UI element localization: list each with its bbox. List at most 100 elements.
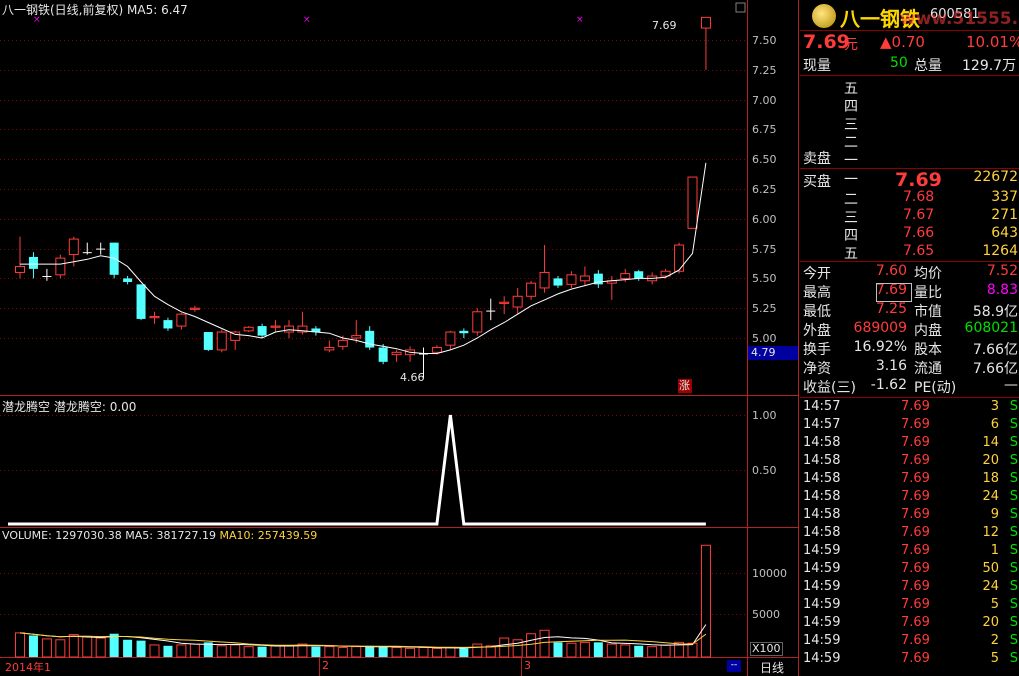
trade-row[interactable]: 14:58 7.69 24 S bbox=[800, 489, 1019, 507]
trade-row[interactable]: 14:59 7.69 2 S bbox=[800, 633, 1019, 651]
trade-side: S bbox=[1009, 525, 1018, 540]
price-change-pct: 10.01% bbox=[966, 33, 1019, 51]
buy-level-row[interactable]: 二 7.68 337 bbox=[800, 189, 1019, 208]
volume-bar bbox=[311, 646, 321, 657]
trade-row[interactable]: 14:59 7.69 1 S bbox=[800, 543, 1019, 561]
stats-row: 净资 3.16 流通 7.66亿 bbox=[800, 358, 1019, 377]
candle bbox=[512, 287, 523, 315]
candle bbox=[123, 276, 133, 285]
candle bbox=[526, 280, 537, 300]
candle bbox=[687, 176, 698, 229]
buy-level-price: 7.66 bbox=[903, 225, 935, 241]
volume-bar bbox=[257, 646, 267, 657]
trade-row[interactable]: 14:59 7.69 5 S bbox=[800, 651, 1019, 669]
buy-level-row[interactable]: 四 7.66 643 bbox=[800, 225, 1019, 244]
trade-row[interactable]: 14:58 7.69 9 S bbox=[800, 507, 1019, 525]
trade-ticks[interactable]: 14:57 7.69 3 S 14:57 7.69 6 S 14:58 7.69 14 S 14:58 7… bbox=[800, 398, 1019, 676]
trade-row[interactable]: 14:58 7.69 20 S bbox=[800, 453, 1019, 471]
trade-side: S bbox=[1009, 561, 1018, 576]
stat-label: 均价 bbox=[914, 266, 942, 282]
stat-label: 市值 bbox=[914, 304, 942, 320]
stat-label: PE(动) bbox=[914, 380, 957, 396]
volume-bar bbox=[41, 638, 52, 658]
candle bbox=[486, 298, 496, 321]
candle bbox=[257, 323, 267, 338]
stat-value: -1.62 bbox=[870, 377, 907, 393]
logo-icon bbox=[812, 4, 836, 28]
trade-time: 14:58 bbox=[803, 507, 841, 522]
volume-bar bbox=[647, 646, 658, 658]
buy-level-label: 五 bbox=[844, 246, 858, 262]
window-control bbox=[735, 2, 746, 13]
trade-row[interactable]: 14:59 7.69 20 S bbox=[800, 615, 1019, 633]
trade-side: S bbox=[1009, 507, 1018, 522]
trade-row[interactable]: 14:59 7.69 5 S bbox=[800, 597, 1019, 615]
trade-volume: 20 bbox=[982, 453, 999, 468]
price-axis-tick: 6.25 bbox=[752, 182, 777, 196]
volume-ma10-label: MA10: bbox=[219, 529, 255, 542]
volume-bar bbox=[391, 647, 402, 658]
trade-row[interactable]: 14:59 7.69 24 S bbox=[800, 579, 1019, 597]
candle bbox=[149, 311, 160, 324]
candle bbox=[593, 270, 603, 288]
stat-value: 58.9亿 bbox=[972, 304, 1018, 320]
volume-bar bbox=[459, 648, 469, 657]
trade-side: S bbox=[1009, 489, 1018, 504]
trade-price: 7.69 bbox=[901, 417, 930, 432]
trade-side: S bbox=[1009, 435, 1018, 450]
buy-level-volume: 337 bbox=[991, 189, 1018, 205]
trade-price: 7.69 bbox=[901, 471, 930, 486]
buy-level-row[interactable]: 三 7.67 271 bbox=[800, 207, 1019, 226]
stats-row: 收益(三) -1.62 PE(动) — bbox=[800, 377, 1019, 396]
volume-bar bbox=[149, 644, 160, 658]
stat-label: 流通 bbox=[914, 361, 942, 377]
date-tick: 2014年1 bbox=[5, 661, 51, 674]
candle bbox=[324, 340, 335, 353]
trade-row[interactable]: 14:58 7.69 14 S bbox=[800, 435, 1019, 453]
candle bbox=[216, 329, 227, 353]
stat-value: 608021 bbox=[964, 320, 1018, 336]
trade-side: S bbox=[1009, 651, 1018, 666]
trade-row[interactable]: 14:58 7.69 18 S bbox=[800, 471, 1019, 489]
scroll-left-button[interactable]: -- bbox=[727, 660, 741, 672]
trade-time: 14:59 bbox=[803, 651, 841, 666]
trade-price: 7.69 bbox=[901, 579, 930, 594]
volume-axis-tick: 5000 bbox=[752, 608, 780, 621]
volume-bar bbox=[163, 645, 173, 657]
period-button[interactable]: 日线 bbox=[760, 659, 784, 676]
total-vol-label: 总量 bbox=[914, 58, 942, 74]
volume-bar bbox=[15, 632, 25, 658]
trade-row[interactable]: 14:59 7.69 50 S bbox=[800, 561, 1019, 579]
candle bbox=[42, 268, 52, 281]
low-price-label: 4.66 bbox=[400, 371, 425, 384]
trade-time: 14:59 bbox=[803, 633, 841, 648]
volume-bar bbox=[337, 647, 348, 658]
trade-price: 7.69 bbox=[901, 435, 930, 450]
volume-bar bbox=[82, 635, 93, 658]
trade-price: 7.69 bbox=[901, 525, 930, 540]
trade-volume: 20 bbox=[982, 615, 999, 630]
buy-level-row[interactable]: 五 7.65 1264 bbox=[800, 243, 1019, 262]
candle bbox=[499, 296, 510, 315]
total-vol: 129.7万 bbox=[962, 58, 1017, 74]
candle bbox=[311, 326, 321, 336]
buy-level-row[interactable]: 一 7.69 22672 bbox=[800, 169, 1019, 191]
volume-unit: X100 bbox=[750, 642, 783, 656]
candle bbox=[243, 326, 254, 333]
trade-row[interactable]: 14:57 7.69 3 S bbox=[800, 399, 1019, 417]
sell-level-label: 四 bbox=[844, 99, 858, 115]
trade-row[interactable]: 14:58 7.69 12 S bbox=[800, 525, 1019, 543]
trade-time: 14:58 bbox=[803, 453, 841, 468]
stat-label: 最高 bbox=[803, 285, 831, 301]
price-axis-tick: 6.00 bbox=[752, 212, 777, 226]
trade-time: 14:59 bbox=[803, 561, 841, 576]
stats-row: 今开 7.60 均价 7.52 bbox=[800, 263, 1019, 282]
candle bbox=[579, 266, 590, 286]
marker-x-icon: × bbox=[303, 15, 311, 25]
volume-bar bbox=[418, 647, 429, 658]
trade-row[interactable]: 14:57 7.69 6 S bbox=[800, 417, 1019, 435]
buy-level-label: 三 bbox=[844, 210, 858, 226]
trade-price: 7.69 bbox=[901, 615, 930, 630]
candle bbox=[674, 242, 685, 274]
stat-value: 3.16 bbox=[875, 358, 907, 374]
